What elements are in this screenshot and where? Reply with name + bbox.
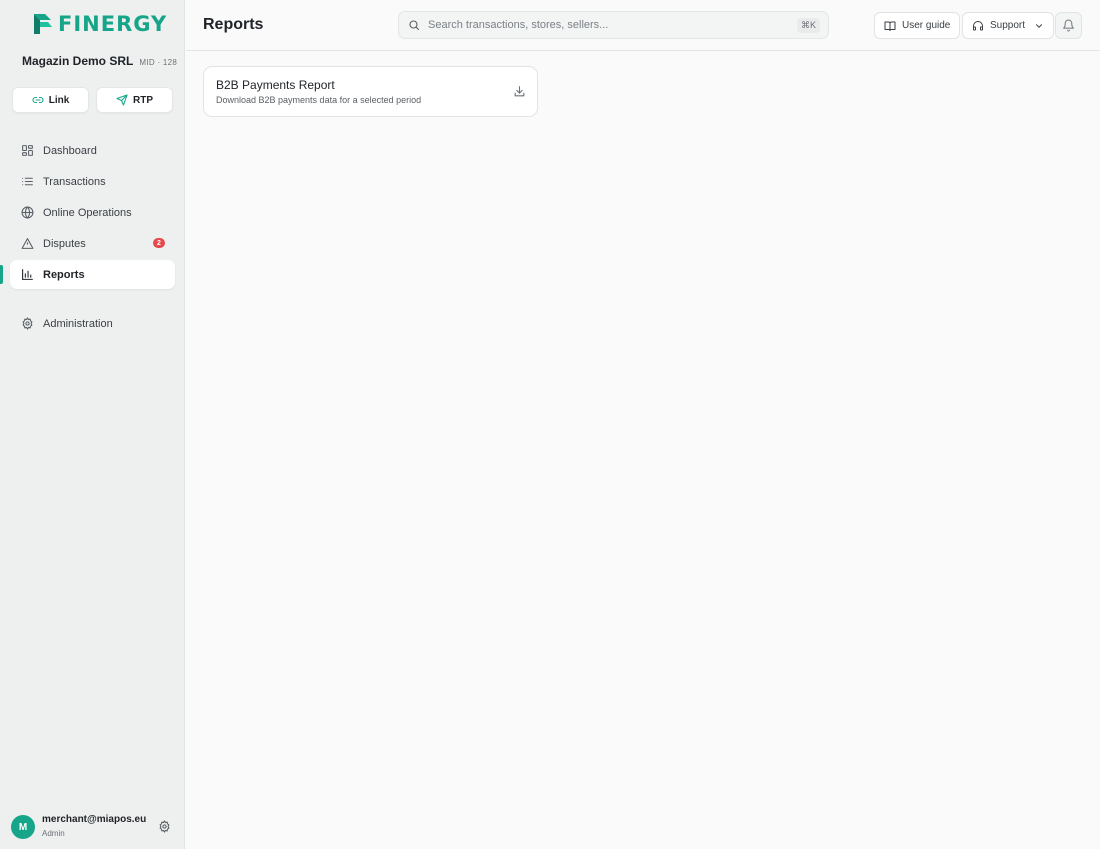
- main-nav: Dashboard Transactions Online Operations…: [0, 136, 175, 291]
- book-icon: [884, 21, 896, 31]
- brand-logo[interactable]: FINERGY: [32, 12, 167, 36]
- alert-triangle-icon: [20, 237, 34, 251]
- user-info: merchant@miapos.eu Admin: [42, 814, 146, 840]
- notifications-button[interactable]: [1055, 12, 1082, 39]
- gear-icon: [20, 317, 34, 331]
- sidebar-item-dashboard[interactable]: Dashboard: [10, 136, 175, 165]
- brand-name: FINERGY: [58, 12, 168, 36]
- search-shortcut: ⌘K: [796, 17, 820, 33]
- user-profile[interactable]: M merchant@miapos.eu Admin: [11, 814, 146, 840]
- disputes-count-badge: 2: [153, 238, 165, 248]
- download-icon[interactable]: [513, 85, 526, 98]
- bar-chart-icon: [20, 268, 34, 282]
- sidebar-item-administration[interactable]: Administration: [10, 309, 175, 338]
- report-title: B2B Payments Report: [216, 78, 335, 92]
- sidebar-item-label: Reports: [43, 268, 85, 281]
- support-dropdown[interactable]: Support: [962, 12, 1055, 39]
- admin-nav: Administration: [10, 309, 175, 340]
- grid-icon: [20, 144, 34, 158]
- merchant-mid: MID · 128: [139, 58, 178, 67]
- sidebar-item-label: Online Operations: [43, 206, 132, 219]
- sidebar-item-label: Transactions: [43, 175, 106, 188]
- top-header: Reports ⌘K User guide Support: [186, 0, 1100, 51]
- link-button-label: Link: [48, 94, 70, 106]
- user-guide-label: User guide: [902, 20, 951, 31]
- link-button[interactable]: Link: [12, 87, 89, 113]
- report-description: Download B2B payments data for a selecte…: [216, 95, 422, 105]
- user-role: Admin: [42, 829, 65, 838]
- chevron-down-icon: [1036, 23, 1043, 28]
- rtp-button-label: RTP: [133, 94, 153, 106]
- search-bar[interactable]: ⌘K: [398, 11, 829, 39]
- sidebar: FINERGY Magazin Demo SRL MID · 128 Link …: [0, 0, 185, 849]
- finergy-logo-icon: [34, 14, 52, 34]
- merchant-info: Magazin Demo SRL MID · 128: [22, 54, 177, 68]
- sidebar-item-label: Dashboard: [43, 144, 97, 157]
- report-card-b2b-payments[interactable]: B2B Payments Report Download B2B payment…: [203, 66, 538, 117]
- user-guide-button[interactable]: User guide: [874, 12, 961, 39]
- sidebar-item-disputes[interactable]: Disputes 2: [10, 229, 175, 258]
- merchant-name: Magazin Demo SRL: [22, 54, 134, 68]
- sidebar-item-label: Administration: [43, 317, 113, 330]
- bell-icon: [1063, 19, 1074, 32]
- sidebar-item-transactions[interactable]: Transactions: [10, 167, 175, 196]
- avatar: M: [11, 815, 35, 839]
- globe-icon: [20, 206, 34, 220]
- active-indicator: [0, 265, 3, 284]
- search-icon: [408, 19, 420, 31]
- list-icon: [20, 175, 34, 189]
- search-input[interactable]: [428, 19, 797, 31]
- headset-icon: [973, 20, 983, 30]
- user-settings-icon[interactable]: [158, 820, 171, 838]
- rtp-button[interactable]: RTP: [96, 87, 173, 113]
- user-email: merchant@miapos.eu: [42, 814, 147, 825]
- sidebar-item-reports[interactable]: Reports: [0, 260, 175, 289]
- sidebar-item-label: Disputes: [43, 237, 86, 250]
- link-icon: [32, 96, 44, 104]
- page-title: Reports: [203, 16, 264, 33]
- sidebar-item-online-operations[interactable]: Online Operations: [10, 198, 175, 227]
- send-icon: [116, 94, 128, 106]
- support-label: Support: [990, 20, 1026, 31]
